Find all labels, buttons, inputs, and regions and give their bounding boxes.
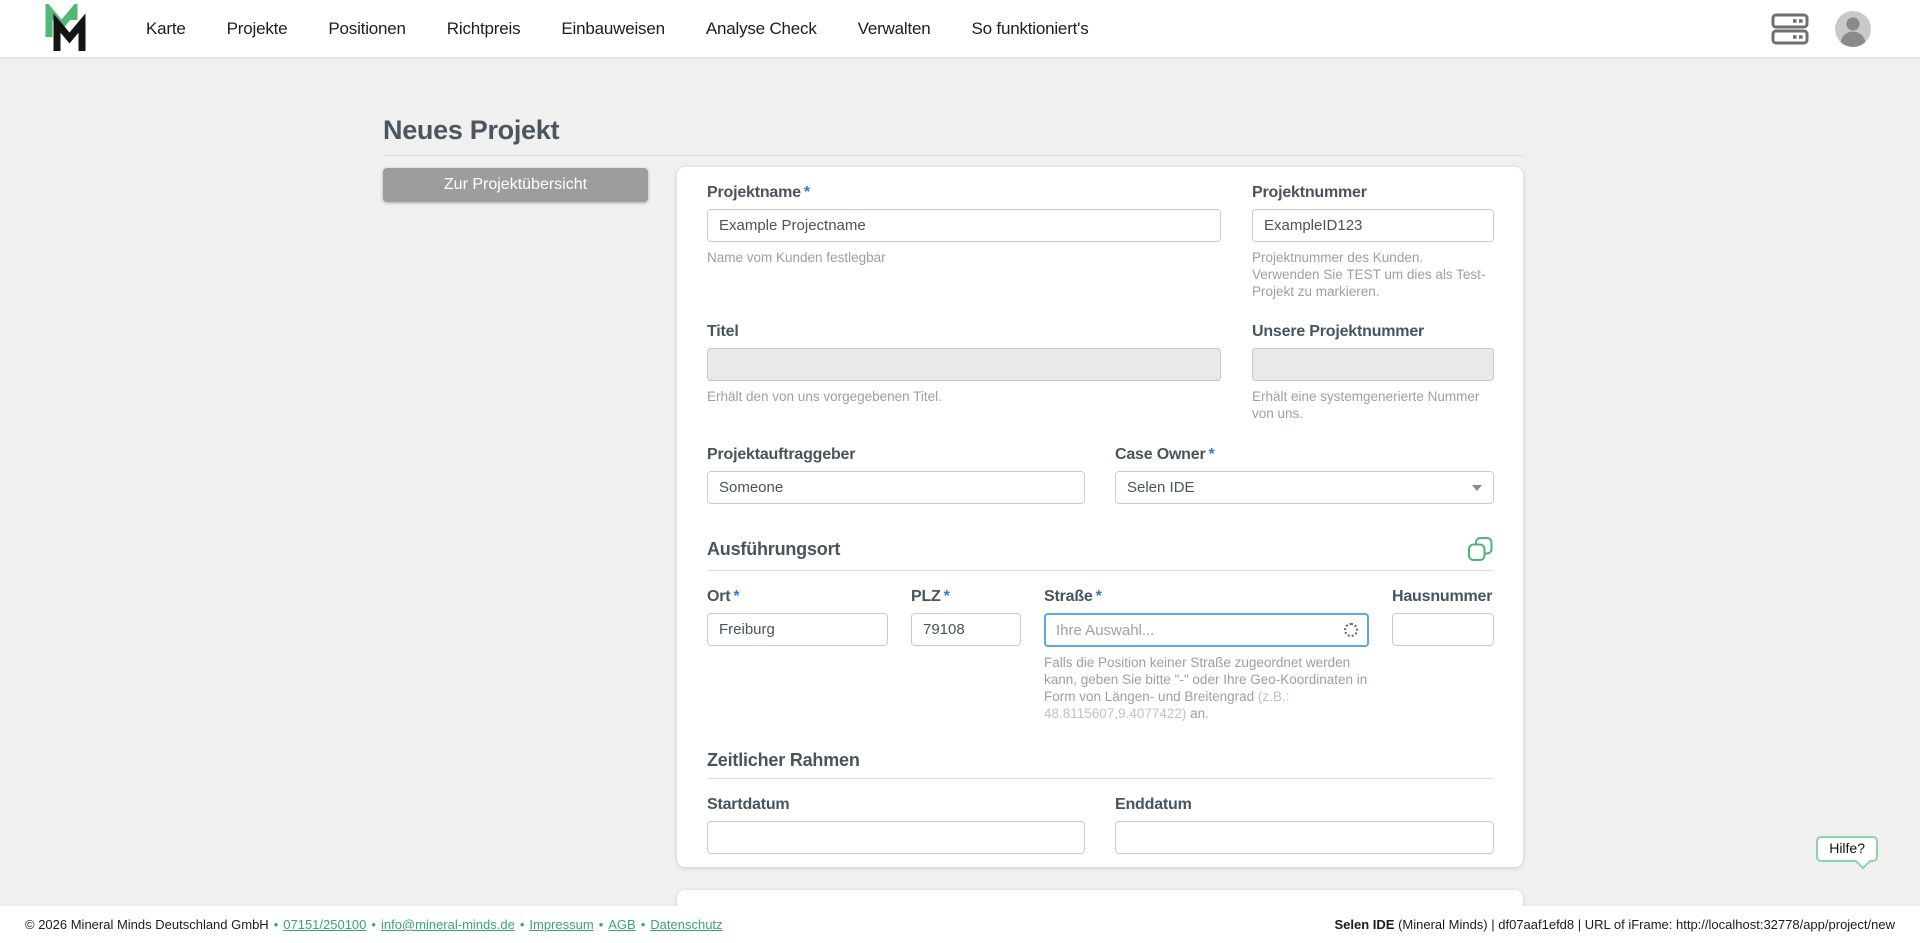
footer-link-impressum[interactable]: Impressum [529,917,593,932]
projektauftraggeber-input[interactable] [707,471,1085,504]
projektnummer-helper: Projektnummer des Kunden. Verwenden Sie … [1252,249,1494,300]
field-unsere-projektnummer: Unsere Projektnummer Erhält eine systemg… [1252,323,1494,422]
footer-link-agb[interactable]: AGB [608,917,635,932]
field-projektnummer: Projektnummer Projektnummer des Kunden. … [1252,184,1494,300]
row-auftraggeber-caseowner: Projektauftraggeber Case Owner* [707,446,1494,504]
section-zeitlicher-rahmen-title: Zeitlicher Rahmen [707,750,860,771]
case-owner-value[interactable] [1115,471,1494,504]
footer-separator: • [371,917,376,932]
field-strasse: Straße* Falls die Position keiner Straße… [1044,588,1369,722]
server-icon[interactable] [1770,11,1810,47]
ort-input[interactable] [707,613,888,646]
field-startdatum: Startdatum [707,796,1085,854]
row-titel-unsere-projektnummer: Titel Erhält den von uns vorgegebenen Ti… [707,323,1494,422]
page-title: Neues Projekt [383,115,559,146]
logo-m-icon [44,4,90,54]
section-ausfuehrungsort-title: Ausführungsort [707,539,840,560]
footer-link-datenschutz[interactable]: Datenschutz [650,917,722,932]
user-avatar-icon[interactable] [1834,10,1872,48]
copyright-text: © 2026 Mineral Minds Deutschland GmbH [25,917,269,932]
required-marker: * [944,588,950,605]
footer-left: © 2026 Mineral Minds Deutschland GmbH • … [25,917,723,932]
row-datum: Startdatum Enddatum [707,796,1494,854]
footer-bar: © 2026 Mineral Minds Deutschland GmbH • … [0,906,1920,943]
hausnummer-label: Hausnummer [1392,588,1494,606]
field-projektname: Projektname* Name vom Kunden festlegbar [707,184,1221,300]
main-nav: Karte Projekte Positionen Richtpreis Ein… [146,19,1089,39]
field-case-owner: Case Owner* [1115,446,1494,504]
section-divider [707,570,1494,571]
footer-session-info: Selen IDE (Mineral Minds) | df07aaf1efd8… [1334,917,1895,932]
row-adresse: Ort* PLZ* Straße* Falls die Position kei… [707,588,1494,722]
startdatum-label: Startdatum [707,796,1085,814]
unsere-projektnummer-helper: Erhält eine systemgenerierte Nummer von … [1252,388,1494,422]
case-owner-label: Case Owner* [1115,446,1494,464]
unsere-projektnummer-label: Unsere Projektnummer [1252,323,1494,341]
required-marker: * [1096,588,1102,605]
section-divider [707,778,1494,779]
session-details: (Mineral Minds) | df07aaf1efd8 | URL of … [1394,917,1895,932]
main-content: Neues Projekt Zur Projektübersicht Proje… [0,58,1920,906]
field-plz: PLZ* [911,588,1021,722]
nav-item-richtpreis[interactable]: Richtpreis [447,19,521,39]
ort-label: Ort* [707,588,888,606]
nav-item-einbauweisen[interactable]: Einbauweisen [561,19,664,39]
footer-separator: • [641,917,646,932]
enddatum-label: Enddatum [1115,796,1494,814]
footer-link-email[interactable]: info@mineral-minds.de [381,917,515,932]
case-owner-select[interactable] [1115,471,1494,504]
row-projektname-projektnummer: Projektname* Name vom Kunden festlegbar … [707,184,1494,300]
mineral-minds-logo[interactable] [44,4,90,54]
projektname-label: Projektname* [707,184,1221,202]
next-section-card [677,890,1523,906]
nav-item-analyse-check[interactable]: Analyse Check [706,19,817,39]
footer-link-phone[interactable]: 07151/250100 [283,917,366,932]
strasse-label: Straße* [1044,588,1369,606]
plz-label: PLZ* [911,588,1021,606]
nav-item-verwalten[interactable]: Verwalten [858,19,931,39]
session-owner: Selen IDE [1334,917,1394,932]
zur-projektuebersicht-button[interactable]: Zur Projektübersicht [383,168,648,202]
top-navigation-bar: Karte Projekte Positionen Richtpreis Ein… [0,0,1920,58]
loading-spinner-icon [1344,623,1358,637]
titel-helper: Erhält den von uns vorgegebenen Titel. [707,388,1221,405]
projektauftraggeber-label: Projektauftraggeber [707,446,1085,464]
field-titel: Titel Erhält den von uns vorgegebenen Ti… [707,323,1221,422]
plz-input[interactable] [911,613,1021,646]
header-actions [1770,10,1872,48]
hausnummer-input[interactable] [1392,613,1494,646]
startdatum-input[interactable] [707,821,1085,854]
field-enddatum: Enddatum [1115,796,1494,854]
new-project-form-card: Projektname* Name vom Kunden festlegbar … [677,167,1523,867]
titel-label: Titel [707,323,1221,341]
enddatum-input[interactable] [1115,821,1494,854]
projektnummer-label: Projektnummer [1252,184,1494,202]
nav-item-positionen[interactable]: Positionen [328,19,405,39]
required-marker: * [733,588,739,605]
field-projektauftraggeber: Projektauftraggeber [707,446,1085,504]
strasse-input[interactable] [1044,613,1369,647]
section-zeitlicher-rahmen-header: Zeitlicher Rahmen [707,750,1494,771]
nav-item-projekte[interactable]: Projekte [227,19,288,39]
title-divider [383,155,1523,156]
nav-item-karte[interactable]: Karte [146,19,186,39]
required-marker: * [804,184,810,201]
projektname-helper: Name vom Kunden festlegbar [707,249,1221,266]
footer-separator: • [599,917,604,932]
titel-input [707,348,1221,381]
hilfe-button[interactable]: Hilfe? [1816,836,1878,862]
required-marker: * [1209,446,1215,463]
nav-item-so-funktionierts[interactable]: So funktioniert's [972,19,1089,39]
projektnummer-input[interactable] [1252,209,1494,242]
copy-icon[interactable] [1467,536,1494,563]
footer-separator: • [274,917,279,932]
section-ausfuehrungsort-header: Ausführungsort [707,536,1494,563]
strasse-helper: Falls die Position keiner Straße zugeord… [1044,654,1369,722]
unsere-projektnummer-input [1252,348,1494,381]
field-hausnummer: Hausnummer [1392,588,1494,722]
field-ort: Ort* [707,588,888,722]
footer-separator: • [520,917,525,932]
projektname-input[interactable] [707,209,1221,242]
